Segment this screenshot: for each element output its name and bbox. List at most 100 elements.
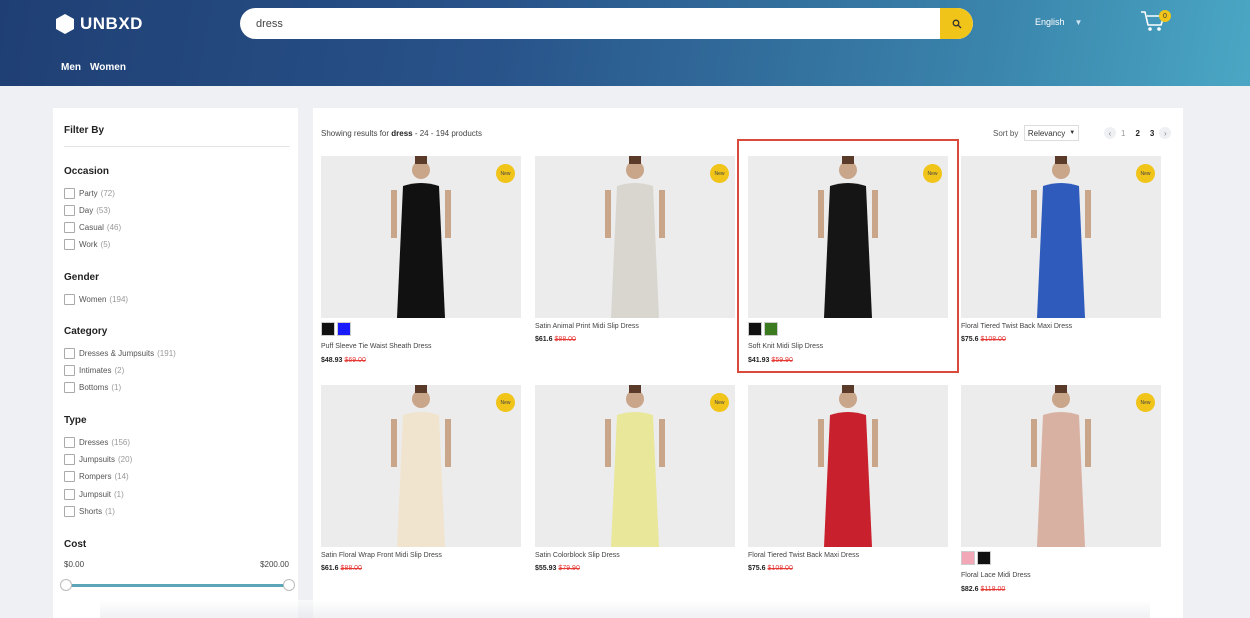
color-swatch[interactable] (961, 551, 975, 565)
new-badge: New (1136, 393, 1155, 412)
product-image[interactable]: New (961, 385, 1161, 547)
facet-option[interactable]: Work (5) (64, 239, 110, 250)
color-swatches (321, 322, 351, 336)
search-query: dress (391, 129, 413, 138)
color-swatch[interactable] (321, 322, 335, 336)
product-image[interactable]: New (321, 156, 521, 318)
dress-figure-icon (1031, 385, 1091, 547)
page-2[interactable]: 2 (1135, 129, 1139, 138)
product-price: $75.6 $108.00 (748, 565, 793, 572)
product-card[interactable]: New Floral Tiered Twist Back Maxi Dress $7… (961, 156, 1161, 356)
product-image[interactable]: New (535, 156, 735, 318)
product-card[interactable]: New Satin Colorblock Slip Dress $55.93 $79.… (535, 385, 735, 585)
product-card[interactable]: New Floral Lace Midi Dress $82.6 $118.00 (961, 385, 1161, 593)
original-price: $88.00 (554, 336, 576, 343)
prev-page-icon[interactable]: ‹ (1104, 127, 1116, 139)
facet-option[interactable]: Party (72) (64, 188, 115, 199)
product-name[interactable]: Satin Floral Wrap Front Midi Slip Dress (321, 552, 442, 559)
sort-select[interactable]: Relevancy ▼ (1024, 125, 1079, 141)
checkbox[interactable] (64, 437, 75, 448)
search-input[interactable] (256, 8, 936, 39)
color-swatch[interactable] (977, 551, 991, 565)
search-button[interactable] (940, 8, 973, 39)
checkbox[interactable] (64, 454, 75, 465)
checkbox[interactable] (64, 348, 75, 359)
checkbox[interactable] (64, 294, 75, 305)
divider (64, 146, 290, 147)
product-image[interactable]: New (535, 385, 735, 547)
filter-sidebar: Filter By Occasion Party (72) Day (53) Cas… (53, 108, 298, 618)
product-card[interactable]: New Satin Animal Print Midi Slip Dress $61… (535, 156, 735, 356)
product-name[interactable]: Floral Tiered Twist Back Maxi Dress (748, 552, 859, 559)
chevron-down-icon: ▼ (1069, 130, 1076, 136)
original-price: $88.00 (340, 565, 362, 572)
original-price: $108.00 (980, 336, 1006, 343)
cost-slider-track[interactable] (64, 584, 289, 587)
cost-slider-max-handle[interactable] (283, 579, 295, 591)
checkbox[interactable] (64, 471, 75, 482)
product-name[interactable]: Puff Sleeve Tie Waist Sheath Dress (321, 343, 432, 350)
color-swatch[interactable] (337, 322, 351, 336)
cost-min: $0.00 (64, 560, 85, 569)
original-price: $79.90 (558, 565, 580, 572)
logo[interactable]: UNBXD (55, 13, 143, 35)
logo-text: UNBXD (80, 14, 143, 33)
cost-slider-min-handle[interactable] (60, 579, 72, 591)
product-image[interactable]: New (321, 385, 521, 547)
facet-option[interactable]: Dresses & Jumpsuits (191) (64, 348, 176, 359)
product-name[interactable]: Floral Tiered Twist Back Maxi Dress (961, 323, 1072, 330)
language-label: English (1035, 17, 1065, 27)
facet-option[interactable]: Day (53) (64, 205, 110, 216)
page-bottom-shadow (100, 600, 1150, 618)
checkbox[interactable] (64, 205, 75, 216)
product-name[interactable]: Satin Colorblock Slip Dress (535, 552, 620, 559)
new-badge: New (496, 393, 515, 412)
page-1[interactable]: 1 (1121, 129, 1125, 138)
language-select[interactable]: English ▼ (1035, 17, 1082, 27)
product-name[interactable]: Satin Animal Print Midi Slip Dress (535, 323, 639, 330)
checkbox[interactable] (64, 239, 75, 250)
product-card[interactable]: New Satin Floral Wrap Front Midi Slip Dre… (321, 385, 521, 585)
product-price: $75.6 $108.00 (961, 336, 1006, 343)
nav-item-women[interactable]: Women (90, 62, 126, 73)
chevron-down-icon: ▼ (1074, 17, 1083, 27)
results-summary: Showing results for dress - 24 - 194 pro… (321, 129, 482, 138)
current-price: $75.6 (961, 336, 979, 343)
checkbox[interactable] (64, 222, 75, 233)
filter-title: Filter By (64, 125, 105, 136)
site-header: UNBXD English ▼ 0 Men Women (0, 0, 1250, 86)
checkbox[interactable] (64, 365, 75, 376)
nav-item-men[interactable]: Men (61, 62, 81, 73)
product-card[interactable]: New Puff Sleeve Tie Waist Sheath Dress $48… (321, 156, 521, 364)
facet-option[interactable]: Jumpsuit (1) (64, 489, 124, 500)
checkbox[interactable] (64, 489, 75, 500)
dress-figure-icon (391, 385, 451, 547)
product-image[interactable]: New (961, 156, 1161, 318)
checkbox[interactable] (64, 382, 75, 393)
dress-figure-icon (1031, 156, 1091, 318)
facet-option[interactable]: Rompers (14) (64, 471, 129, 482)
current-price: $75.6 (748, 565, 766, 572)
facet-option[interactable]: Casual (46) (64, 222, 121, 233)
dress-figure-icon (818, 385, 878, 547)
current-price: $48.93 (321, 357, 343, 364)
product-name[interactable]: Floral Lace Midi Dress (961, 572, 1031, 579)
facet-option[interactable]: Intimates (2) (64, 365, 124, 376)
product-price: $61.6 $88.00 (535, 336, 576, 343)
checkbox[interactable] (64, 188, 75, 199)
facet-option[interactable]: Bottoms (1) (64, 382, 121, 393)
facet-option[interactable]: Jumpsuits (20) (64, 454, 132, 465)
product-image[interactable] (748, 385, 948, 547)
dress-figure-icon (605, 385, 665, 547)
facet-option[interactable]: Shorts (1) (64, 506, 115, 517)
next-page-icon[interactable]: › (1159, 127, 1172, 139)
page-3[interactable]: 3 (1150, 129, 1154, 138)
new-badge: New (496, 164, 515, 183)
search-bar (240, 8, 973, 39)
facet-option[interactable]: Women (194) (64, 294, 128, 305)
checkbox[interactable] (64, 506, 75, 517)
current-price: $82.6 (961, 586, 979, 593)
original-price: $118.00 (980, 586, 1006, 593)
product-card[interactable]: Floral Tiered Twist Back Maxi Dress $75.6… (748, 385, 948, 585)
facet-option[interactable]: Dresses (156) (64, 437, 130, 448)
